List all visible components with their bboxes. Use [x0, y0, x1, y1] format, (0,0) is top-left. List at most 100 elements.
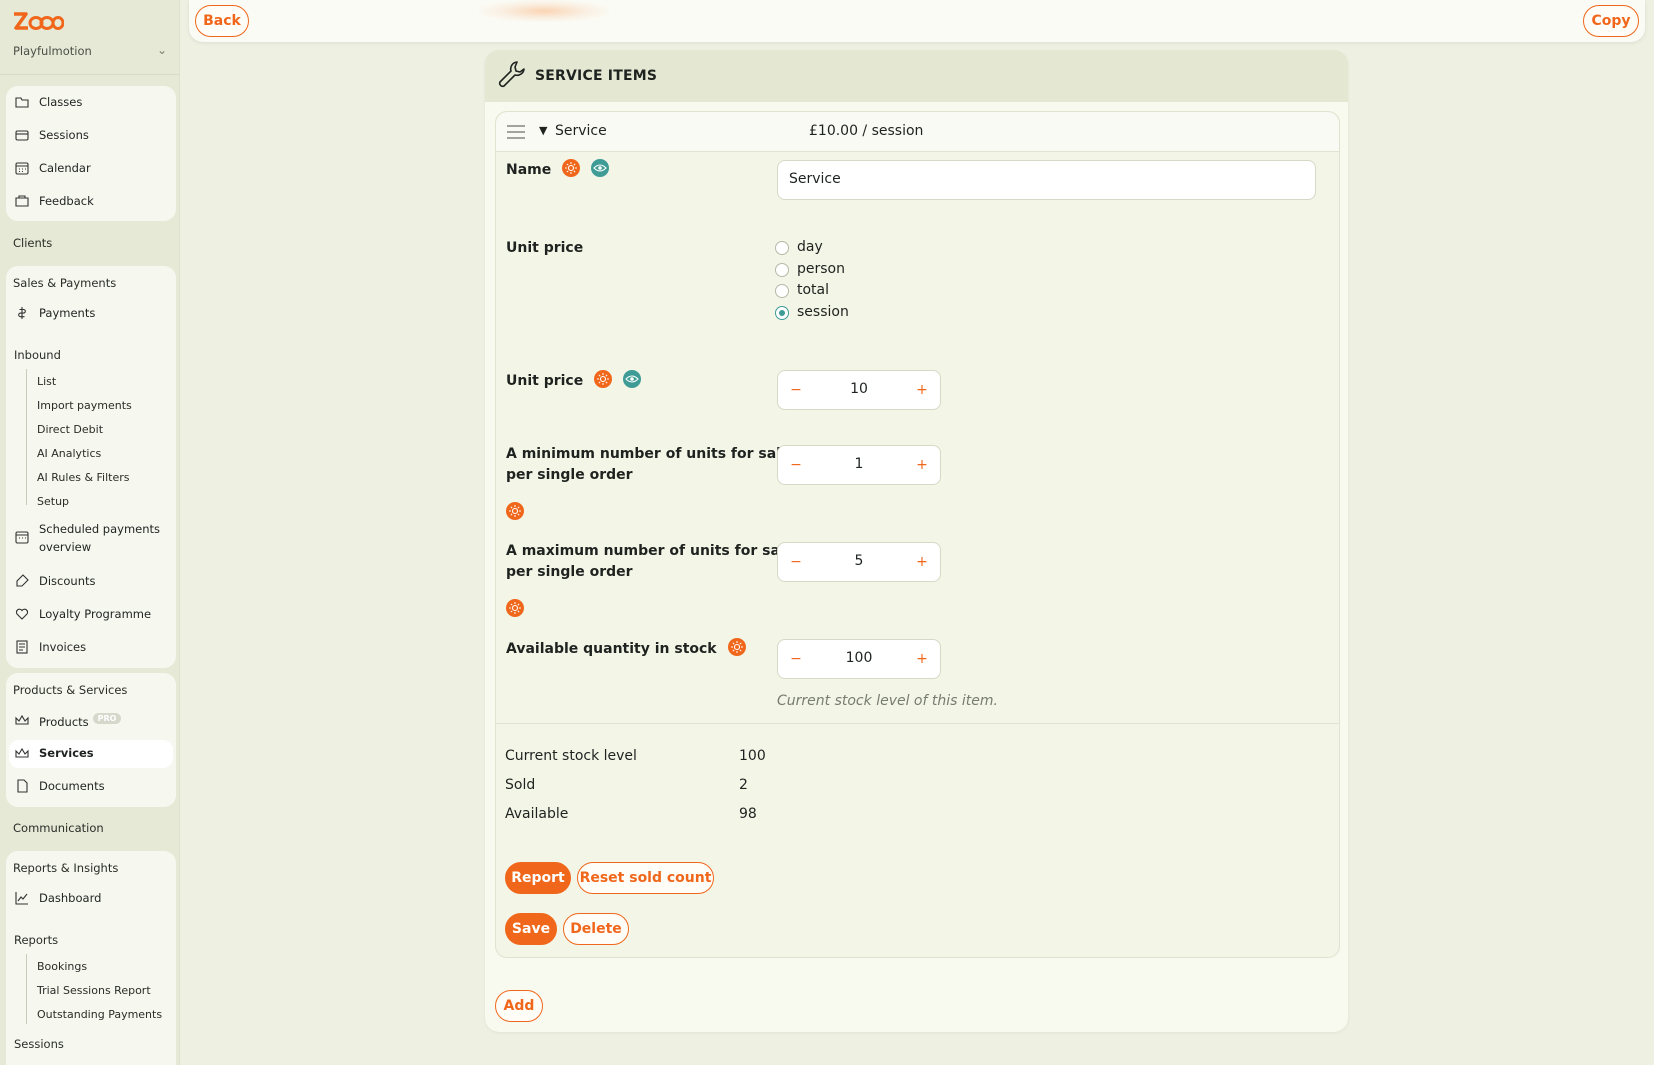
- radio-button[interactable]: [775, 306, 789, 320]
- sidebar-item-label: Documents: [39, 779, 105, 793]
- org-switcher[interactable]: Playfulmotion ⌄: [13, 43, 167, 62]
- sun-icon[interactable]: [727, 638, 746, 656]
- drag-handle-icon[interactable]: [506, 124, 526, 140]
- delete-button[interactable]: Delete: [563, 913, 629, 945]
- sidebar-item-sessions[interactable]: Sessions: [6, 122, 176, 150]
- stat-current-stock-value: 100: [739, 748, 766, 764]
- sun-icon[interactable]: [594, 370, 613, 388]
- sidebar-subitem-trial-sessions[interactable]: Trial Sessions Report: [37, 984, 151, 997]
- sidebar: Playfulmotion ⌄ Classes Sessions Calenda…: [0, 0, 180, 1065]
- copy-button[interactable]: Copy: [1583, 5, 1639, 37]
- back-button[interactable]: Back: [195, 5, 249, 37]
- reset-sold-count-button[interactable]: Reset sold count: [577, 862, 714, 894]
- sidebar-item-scheduled-payments[interactable]: Scheduled payments overview: [6, 518, 176, 558]
- name-field-label: Name: [506, 159, 609, 181]
- sidebar-item-classes[interactable]: Classes: [6, 89, 176, 117]
- radio-button[interactable]: [775, 284, 789, 298]
- sidebar-item-clients[interactable]: Clients: [13, 236, 52, 250]
- stat-sold-value: 2: [739, 777, 748, 793]
- name-input[interactable]: Service: [777, 160, 1316, 200]
- section-divider: [496, 723, 1339, 724]
- eye-icon[interactable]: [622, 370, 641, 388]
- calendar-icon: [15, 162, 29, 175]
- min-units-label: A minimum number of units for sale per s…: [506, 444, 790, 486]
- save-button[interactable]: Save: [505, 913, 557, 945]
- sidebar-divider: [0, 74, 179, 75]
- sessions-icon: [15, 130, 29, 141]
- field-label-text: Name: [506, 162, 552, 178]
- stock-value[interactable]: 100: [808, 650, 910, 666]
- stock-field-label: Available quantity in stock: [506, 638, 746, 660]
- folder-icon: [15, 97, 29, 108]
- sidebar-item-loyalty[interactable]: Loyalty Programme: [6, 601, 176, 629]
- sidebar-item-products[interactable]: Products PRO: [6, 707, 176, 735]
- unit-price-field-label: Unit price: [506, 370, 641, 392]
- increment-button[interactable]: +: [911, 454, 933, 476]
- sidebar-item-inbound[interactable]: Inbound: [14, 348, 61, 362]
- sun-icon[interactable]: [506, 599, 524, 617]
- field-label-text: A minimum number of units for sale: [506, 446, 791, 462]
- max-units-value[interactable]: 5: [808, 553, 910, 569]
- service-item-header[interactable]: ▼ Service £10.00 / session: [496, 112, 1339, 152]
- radio-button[interactable]: [775, 241, 789, 255]
- sidebar-subitem-ai-analytics[interactable]: AI Analytics: [37, 447, 101, 460]
- unit-type-label: Unit price: [506, 240, 584, 256]
- sidebar-item-communication[interactable]: Communication: [13, 821, 104, 835]
- sidebar-item-documents[interactable]: Documents: [6, 773, 176, 801]
- sidebar-subitem-ai-rules[interactable]: AI Rules & Filters: [37, 471, 130, 484]
- sidebar-item-feedback[interactable]: Feedback: [6, 188, 176, 216]
- sidebar-group-sales: Sales & Payments Payments Inbound List I…: [6, 266, 176, 668]
- sidebar-item-label: overview: [39, 540, 92, 554]
- sun-icon[interactable]: [506, 502, 524, 520]
- decrement-button[interactable]: −: [785, 379, 807, 401]
- sun-icon[interactable]: [562, 159, 581, 177]
- sidebar-section-products: Products & Services: [13, 683, 128, 697]
- sidebar-subitem-direct-debit[interactable]: Direct Debit: [37, 423, 103, 436]
- calendar-icon: [15, 531, 29, 544]
- service-item-price-summary: £10.00 / session: [809, 123, 924, 139]
- decrement-button[interactable]: −: [785, 648, 807, 670]
- sidebar-group-reports: Reports & Insights Dashboard Reports Boo…: [6, 851, 176, 1065]
- increment-button[interactable]: +: [911, 648, 933, 670]
- decrement-button[interactable]: −: [785, 551, 807, 573]
- pro-badge: PRO: [92, 713, 122, 724]
- sidebar-subitem-import-payments[interactable]: Import payments: [37, 399, 132, 412]
- brand-logo-icon[interactable]: [12, 10, 64, 32]
- radio-button[interactable]: [775, 263, 789, 277]
- sidebar-item-label: Dashboard: [39, 891, 102, 905]
- eye-icon[interactable]: [591, 159, 609, 177]
- max-units-stepper: − 5 +: [777, 542, 941, 582]
- collapse-caret-icon[interactable]: ▼: [539, 124, 547, 137]
- sidebar-subitem-list[interactable]: List: [37, 375, 56, 388]
- increment-button[interactable]: +: [911, 379, 933, 401]
- sidebar-item-calendar[interactable]: Calendar: [6, 155, 176, 183]
- sidebar-item-reports[interactable]: Reports: [14, 933, 58, 947]
- increment-button[interactable]: +: [911, 551, 933, 573]
- min-units-stepper: − 1 +: [777, 445, 941, 485]
- min-units-value[interactable]: 1: [808, 456, 910, 472]
- sidebar-item-payments[interactable]: Payments: [6, 300, 176, 328]
- sidebar-item-label: Calendar: [39, 161, 91, 175]
- tag-icon: [16, 574, 29, 587]
- sidebar-item-services[interactable]: Services: [9, 740, 173, 768]
- sidebar-item-label: Discounts: [39, 574, 96, 588]
- sidebar-item-invoices[interactable]: Invoices: [6, 634, 176, 662]
- chevron-down-icon: ⌄: [156, 43, 167, 57]
- sidebar-subitem-bookings[interactable]: Bookings: [37, 960, 87, 973]
- sidebar-subitem-setup[interactable]: Setup: [37, 495, 69, 508]
- field-label-text: Unit price: [506, 373, 584, 389]
- sidebar-item-discounts[interactable]: Discounts: [6, 568, 176, 596]
- sidebar-item-sessions-reports[interactable]: Sessions: [14, 1037, 64, 1051]
- sidebar-group-schedule: Classes Sessions Calendar Feedback: [6, 86, 176, 221]
- add-item-button[interactable]: Add: [495, 990, 543, 1022]
- decrement-button[interactable]: −: [785, 454, 807, 476]
- sidebar-item-dashboard[interactable]: Dashboard: [6, 885, 176, 913]
- radio-label: total: [797, 282, 830, 298]
- sidebar-submenu-inbound: List Import payments Direct Debit AI Ana…: [26, 369, 176, 508]
- unit-price-value[interactable]: 10: [808, 381, 910, 397]
- money-bag-icon: [18, 307, 26, 319]
- sidebar-subitem-outstanding-payments[interactable]: Outstanding Payments: [37, 1008, 162, 1021]
- top-bar: Back Copy: [189, 0, 1645, 42]
- radio-label: session: [797, 304, 849, 320]
- report-button[interactable]: Report: [505, 862, 571, 894]
